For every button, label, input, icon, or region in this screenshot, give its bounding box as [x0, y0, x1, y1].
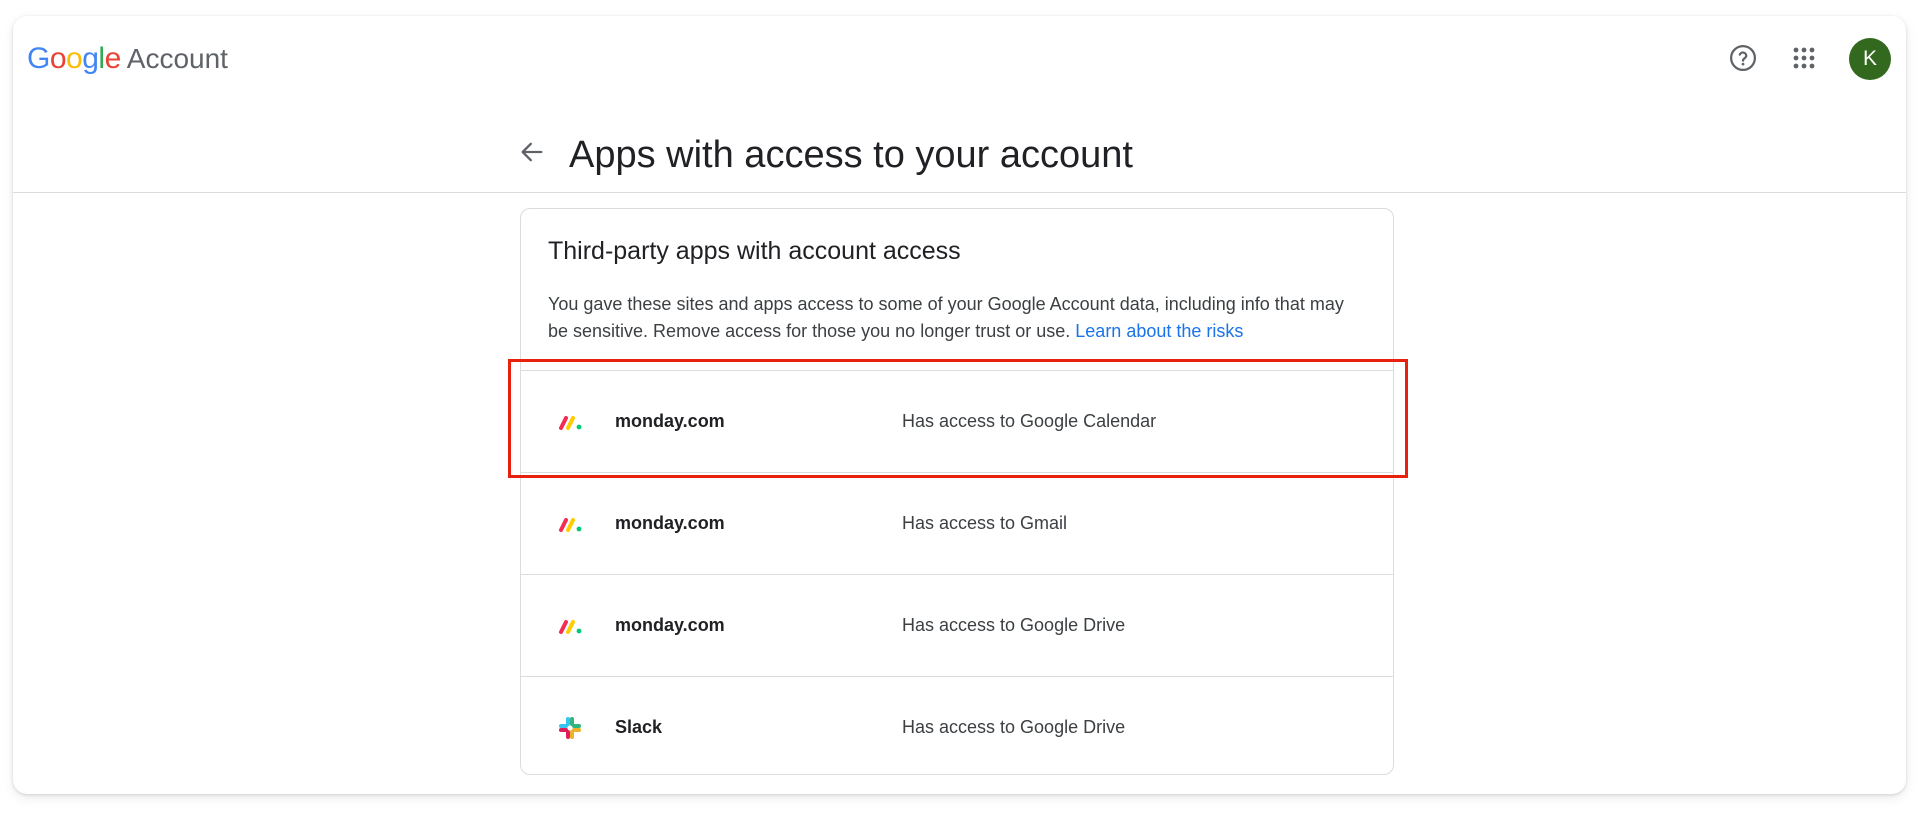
third-party-apps-card: Third-party apps with account access You… — [520, 208, 1394, 775]
help-button[interactable] — [1727, 42, 1759, 74]
app-access: Has access to Google Drive — [902, 615, 1126, 635]
app-name: monday.com — [615, 513, 725, 533]
app-name: Slack — [615, 717, 663, 737]
card-description: You gave these sites and apps access to … — [548, 291, 1368, 345]
monday-logo-icon — [559, 518, 582, 532]
top-bar: Google Account K — [13, 16, 1906, 88]
app-access: Has access to Google Drive — [902, 717, 1126, 737]
account-avatar[interactable]: K — [1849, 38, 1891, 80]
google-wordmark: Google — [27, 42, 121, 75]
app-access: Has access to Google Calendar — [902, 411, 1157, 431]
slack-logo-icon — [559, 717, 581, 739]
browser-window: Google Account K Apps with access to you… — [13, 16, 1906, 794]
arrow-back-icon — [521, 142, 543, 162]
apps-grid-icon — [1793, 47, 1815, 69]
google-account-logo[interactable]: Google Account — [27, 42, 228, 76]
monday-logo-icon — [559, 620, 582, 634]
back-button[interactable] — [518, 138, 546, 166]
app-name: monday.com — [615, 411, 725, 431]
monday-logo-icon — [559, 416, 582, 430]
card-title: Third-party apps with account access — [548, 237, 961, 265]
app-row-slack-drive[interactable]: Slack Has access to Google Drive — [521, 676, 1393, 778]
app-row-monday-drive[interactable]: monday.com Has access to Google Drive — [521, 574, 1393, 676]
page-header: Apps with access to your account — [13, 104, 1906, 193]
product-name: Account — [126, 43, 228, 74]
help-circle-icon — [1730, 45, 1756, 71]
app-name: monday.com — [615, 615, 725, 635]
app-row-monday-gmail[interactable]: monday.com Has access to Gmail — [521, 472, 1393, 574]
apps-button[interactable] — [1788, 42, 1820, 74]
learn-about-risks-link[interactable]: Learn about the risks — [1075, 321, 1243, 341]
app-row-monday-calendar[interactable]: monday.com Has access to Google Calendar — [521, 370, 1393, 472]
page-title: Apps with access to your account — [569, 134, 1133, 176]
app-access: Has access to Gmail — [902, 513, 1068, 533]
